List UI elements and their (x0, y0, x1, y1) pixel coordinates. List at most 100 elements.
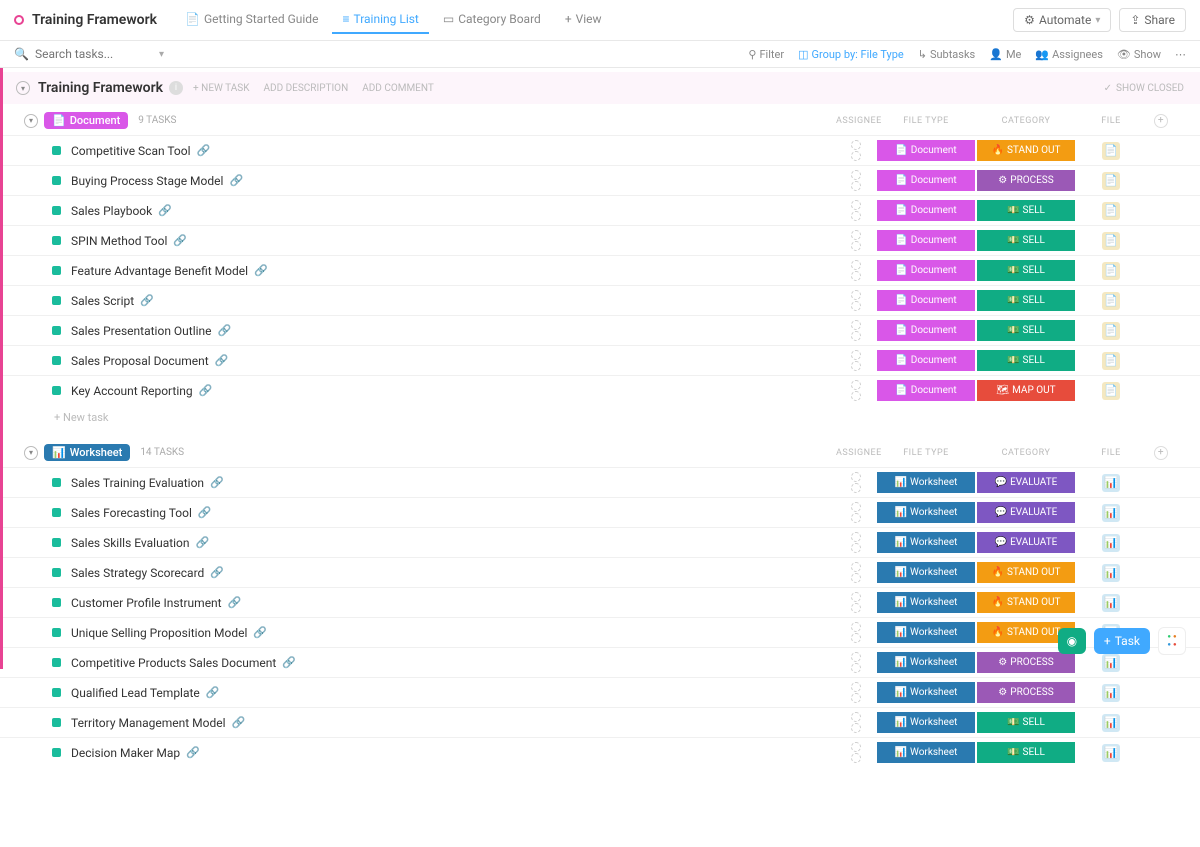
task-name[interactable]: Customer Profile Instrument (71, 596, 222, 610)
status-bullet[interactable] (52, 478, 61, 487)
file-cell[interactable]: 📊 (1076, 594, 1146, 612)
task-row[interactable]: Competitive Scan Tool 🔗 📄Document 🔥STAND… (0, 135, 1200, 165)
file-type-pill[interactable]: 📄Document (877, 380, 975, 401)
more-icon[interactable]: ⋯ (1175, 48, 1186, 61)
search-input[interactable] (35, 47, 135, 61)
assignee-slot[interactable] (836, 502, 876, 523)
category-pill[interactable]: 💵SELL (977, 260, 1075, 281)
attachment-icon[interactable]: 🔗 (228, 596, 242, 609)
task-name[interactable]: Decision Maker Map (71, 746, 180, 760)
new-task-button[interactable]: + NEW TASK (193, 83, 249, 94)
assignee-slot[interactable] (836, 592, 876, 613)
file-type-pill[interactable]: 📊Worksheet (877, 622, 975, 643)
group-badge[interactable]: 📊Worksheet (44, 444, 130, 461)
category-pill[interactable]: 💬EVALUATE (977, 532, 1075, 553)
attachment-icon[interactable]: 🔗 (197, 144, 211, 157)
task-row[interactable]: Sales Script 🔗 📄Document 💵SELL 📄 (0, 285, 1200, 315)
tab-add-view[interactable]: +View (555, 6, 612, 34)
task-row[interactable]: Sales Forecasting Tool 🔗 📊Worksheet 💬EVA… (0, 497, 1200, 527)
attachment-icon[interactable]: 🔗 (218, 324, 232, 337)
status-bullet[interactable] (52, 568, 61, 577)
status-bullet[interactable] (52, 266, 61, 275)
task-name[interactable]: Sales Presentation Outline (71, 324, 212, 338)
file-cell[interactable]: 📄 (1076, 322, 1146, 340)
task-name[interactable]: Sales Playbook (71, 204, 152, 218)
new-task-fab[interactable]: +Task (1094, 628, 1150, 654)
task-name[interactable]: Buying Process Stage Model (71, 174, 223, 188)
file-cell[interactable]: 📊 (1076, 744, 1146, 762)
file-type-pill[interactable]: 📊Worksheet (877, 502, 975, 523)
file-type-pill[interactable]: 📄Document (877, 230, 975, 251)
attachment-icon[interactable]: 🔗 (253, 626, 267, 639)
task-name[interactable]: Sales Proposal Document (71, 354, 209, 368)
assignee-slot[interactable] (836, 712, 876, 733)
category-pill[interactable]: ⚙PROCESS (977, 652, 1075, 673)
file-cell[interactable]: 📄 (1076, 142, 1146, 160)
category-pill[interactable]: ⚙PROCESS (977, 682, 1075, 703)
assignee-slot[interactable] (836, 742, 876, 763)
assignee-slot[interactable] (836, 200, 876, 221)
task-row[interactable]: Key Account Reporting 🔗 📄Document 🗺MAP O… (0, 375, 1200, 405)
record-button[interactable]: ◉ (1058, 628, 1086, 654)
task-row[interactable]: Qualified Lead Template 🔗 📊Worksheet ⚙PR… (0, 677, 1200, 707)
info-icon[interactable]: i (169, 81, 183, 95)
assignee-slot[interactable] (836, 380, 876, 401)
attachment-icon[interactable]: 🔗 (173, 234, 187, 247)
assignee-slot[interactable] (836, 472, 876, 493)
task-row[interactable]: Feature Advantage Benefit Model 🔗 📄Docum… (0, 255, 1200, 285)
category-pill[interactable]: 💵SELL (977, 200, 1075, 221)
attachment-icon[interactable]: 🔗 (198, 506, 212, 519)
task-row[interactable]: Unique Selling Proposition Model 🔗 📊Work… (0, 617, 1200, 647)
file-cell[interactable]: 📄 (1076, 172, 1146, 190)
add-column-button[interactable]: + (1146, 114, 1176, 128)
subtasks-button[interactable]: ↳Subtasks (918, 48, 976, 61)
show-closed-button[interactable]: ✓SHOW CLOSED (1104, 83, 1184, 94)
file-type-pill[interactable]: 📊Worksheet (877, 742, 975, 763)
task-name[interactable]: Territory Management Model (71, 716, 226, 730)
task-name[interactable]: Qualified Lead Template (71, 686, 200, 700)
category-pill[interactable]: 💵SELL (977, 742, 1075, 763)
task-row[interactable]: SPIN Method Tool 🔗 📄Document 💵SELL 📄 (0, 225, 1200, 255)
task-name[interactable]: SPIN Method Tool (71, 234, 167, 248)
status-bullet[interactable] (52, 326, 61, 335)
status-bullet[interactable] (52, 386, 61, 395)
file-cell[interactable]: 📄 (1076, 202, 1146, 220)
new-task-row[interactable]: + New task (0, 405, 1200, 436)
add-comment-button[interactable]: ADD COMMENT (362, 83, 434, 94)
show-button[interactable]: 👁Show (1117, 48, 1161, 61)
task-row[interactable]: Sales Strategy Scorecard 🔗 📊Worksheet 🔥S… (0, 557, 1200, 587)
share-button[interactable]: ⇪Share (1119, 8, 1186, 32)
assignee-slot[interactable] (836, 622, 876, 643)
task-row[interactable]: Sales Skills Evaluation 🔗 📊Worksheet 💬EV… (0, 527, 1200, 557)
task-row[interactable]: Competitive Products Sales Document 🔗 📊W… (0, 647, 1200, 677)
task-row[interactable]: Buying Process Stage Model 🔗 📄Document ⚙… (0, 165, 1200, 195)
status-bullet[interactable] (52, 176, 61, 185)
file-type-pill[interactable]: 📄Document (877, 290, 975, 311)
file-cell[interactable]: 📊 (1076, 564, 1146, 582)
task-name[interactable]: Sales Script (71, 294, 134, 308)
file-cell[interactable]: 📊 (1076, 474, 1146, 492)
attachment-icon[interactable]: 🔗 (196, 536, 210, 549)
category-pill[interactable]: ⚙PROCESS (977, 170, 1075, 191)
status-bullet[interactable] (52, 748, 61, 757)
category-pill[interactable]: 🗺MAP OUT (977, 380, 1075, 401)
file-type-pill[interactable]: 📄Document (877, 320, 975, 341)
group-by-button[interactable]: ◫Group by: File Type (798, 48, 904, 61)
attachment-icon[interactable]: 🔗 (210, 566, 224, 579)
assignee-slot[interactable] (836, 652, 876, 673)
file-cell[interactable]: 📄 (1076, 232, 1146, 250)
category-pill[interactable]: 💵SELL (977, 350, 1075, 371)
assignee-slot[interactable] (836, 350, 876, 371)
status-bullet[interactable] (52, 718, 61, 727)
file-cell[interactable]: 📊 (1076, 684, 1146, 702)
add-description-button[interactable]: ADD DESCRIPTION (263, 83, 348, 94)
task-row[interactable]: Sales Presentation Outline 🔗 📄Document 💵… (0, 315, 1200, 345)
task-name[interactable]: Sales Forecasting Tool (71, 506, 192, 520)
task-name[interactable]: Sales Skills Evaluation (71, 536, 190, 550)
file-cell[interactable]: 📄 (1076, 292, 1146, 310)
task-name[interactable]: Sales Training Evaluation (71, 476, 204, 490)
file-cell[interactable]: 📄 (1076, 352, 1146, 370)
file-type-pill[interactable]: 📄Document (877, 200, 975, 221)
assignee-slot[interactable] (836, 170, 876, 191)
assignee-slot[interactable] (836, 260, 876, 281)
